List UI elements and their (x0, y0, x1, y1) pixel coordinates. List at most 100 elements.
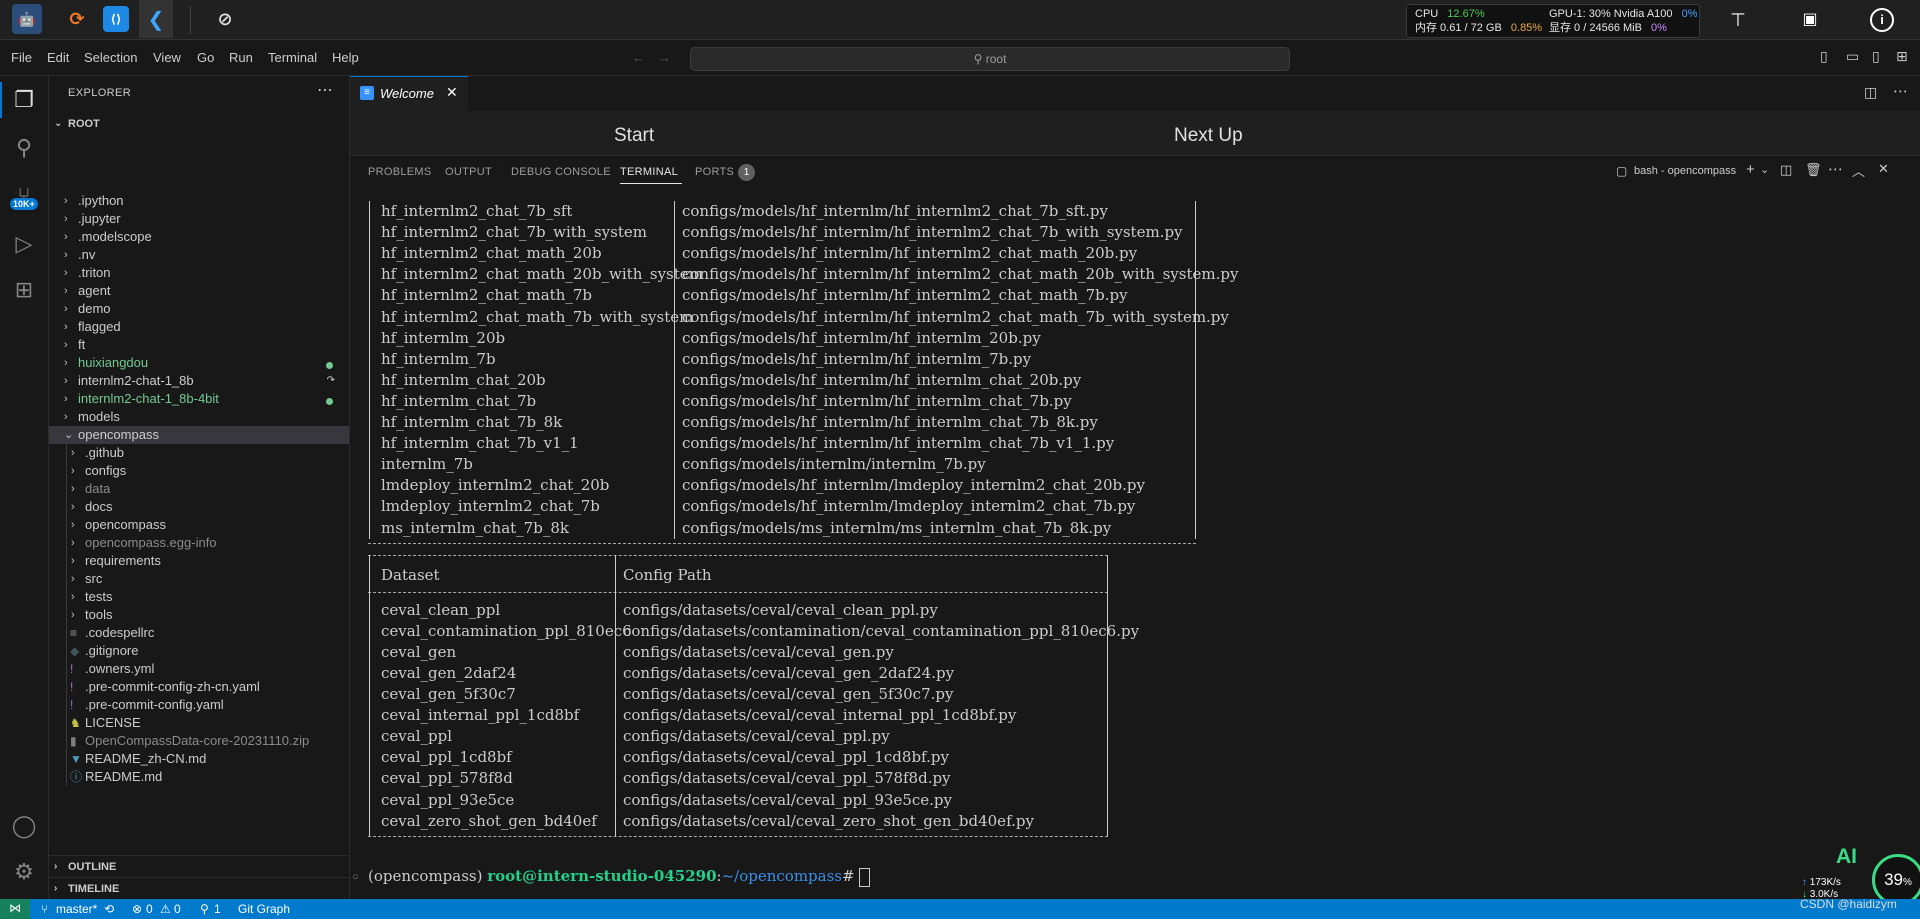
new-terminal-icon[interactable]: + (1746, 161, 1755, 178)
tree-file-item[interactable]: ! .owners.yml (49, 660, 349, 678)
table-border (369, 201, 370, 539)
terminal-prompt[interactable]: (opencompass) root@intern-studio-045290:… (368, 865, 871, 887)
tab-ports[interactable]: PORTS (695, 166, 734, 178)
remote-indicator[interactable]: ⋈ (0, 899, 30, 919)
terminal-name[interactable]: bash - opencompass (1634, 165, 1736, 177)
command-center-search[interactable]: ⚲ root (690, 47, 1290, 71)
menu-view[interactable]: View (153, 50, 181, 65)
model-name-cell: lmdeploy_internlm2_chat_20b (381, 476, 610, 495)
tab-debug-console[interactable]: DEBUG CONSOLE (511, 166, 611, 178)
tree-file-item[interactable]: ! .pre-commit-config-zh-cn.yaml (49, 678, 349, 696)
terminal-output[interactable]: hf_internlm2_chat_7b_sft configs/models/h… (368, 201, 1908, 885)
tree-folder-item[interactable]: › .modelscope (49, 228, 349, 246)
dataset-config-path-cell: configs/datasets/ceval/ceval_ppl_1cd8bf.… (623, 748, 949, 767)
tree-folder-item[interactable]: › src (49, 570, 349, 588)
split-terminal-icon[interactable]: ◫ (1780, 162, 1792, 178)
tree-folder-item[interactable]: › docs (49, 498, 349, 516)
tree-folder-item[interactable]: › .github (49, 444, 349, 462)
model-name-cell: hf_internlm2_chat_math_7b (381, 286, 593, 305)
chevron-down-icon[interactable]: ⌄ (1760, 163, 1769, 176)
maximize-panel-icon[interactable]: ︿ (1852, 161, 1865, 180)
tree-folder-item[interactable]: › data (49, 480, 349, 498)
tree-file-item[interactable]: ≡ .codespellrc (49, 624, 349, 642)
error-count[interactable]: 0 (146, 902, 153, 916)
toggle-panel-icon[interactable]: ▭ (1846, 48, 1859, 65)
accounts-icon[interactable]: ◯ (8, 810, 40, 842)
warning-count[interactable]: 0 (174, 902, 181, 916)
tree-folder-item[interactable]: ⌄ opencompass (49, 426, 349, 444)
tree-folder-item[interactable]: › agent (49, 282, 349, 300)
tree-file-item[interactable]: ▼ README_zh-CN.md (49, 750, 349, 768)
git-graph-button[interactable]: Git Graph (238, 902, 290, 916)
tree-folder-item[interactable]: › tools (49, 606, 349, 624)
app-avatar-icon[interactable]: 🤖 (12, 4, 42, 34)
tree-folder-item[interactable]: › tests (49, 588, 349, 606)
tree-folder-item[interactable]: › internlm2-chat-1_8b ↷ (49, 372, 349, 390)
menu-selection[interactable]: Selection (84, 50, 137, 65)
image-gallery-icon[interactable]: ▣ (1798, 8, 1822, 32)
tab-welcome[interactable]: ≡ Welcome ✕ (350, 76, 468, 112)
tree-file-item[interactable]: ⓘ README.md (49, 768, 349, 786)
tree-folder-item[interactable]: › .triton (49, 264, 349, 282)
branch-name[interactable]: master* (56, 902, 97, 916)
more-actions-icon[interactable]: ⋯ (1893, 82, 1908, 100)
system-taskbar: 🤖 ⟳ ⟨⟩ ❮ ⊘ CPU 12.67% 内存 0.61 / 72 GB 0.… (0, 0, 1920, 40)
tree-folder-item[interactable]: › models (49, 408, 349, 426)
manage-gear-icon[interactable]: ⚙ (8, 856, 40, 888)
model-config-path-cell: configs/models/hf_internlm/hf_internlm2_… (682, 286, 1128, 305)
search-icon[interactable]: ⚲ (8, 132, 40, 164)
back-arrow-icon[interactable]: ← (632, 50, 645, 65)
more-actions-icon[interactable]: ⋯ (1828, 160, 1843, 178)
menu-edit[interactable]: Edit (47, 50, 69, 65)
tree-folder-item[interactable]: › opencompass (49, 516, 349, 534)
tree-folder-item[interactable]: › .ipython (49, 192, 349, 210)
tree-folder-item[interactable]: › flagged (49, 318, 349, 336)
active-indicator (0, 82, 2, 118)
tab-terminal[interactable]: TERMINAL (620, 166, 678, 178)
tree-folder-item[interactable]: › internlm2-chat-1_8b-4bit (49, 390, 349, 408)
tree-folder-item[interactable]: › demo (49, 300, 349, 318)
menu-go[interactable]: Go (197, 50, 214, 65)
model-config-path-cell: configs/models/hf_internlm/hf_internlm2_… (682, 307, 1229, 326)
menu-run[interactable]: Run (229, 50, 253, 65)
tree-folder-item[interactable]: › huixiangdou (49, 354, 349, 372)
tree-file-item[interactable]: ▮ OpenCompassData-core-20231110.zip (49, 732, 349, 750)
tree-folder-item[interactable]: › ft (49, 336, 349, 354)
compass-icon[interactable]: ⊘ (210, 4, 240, 34)
timeline-section[interactable]: › TIMELINE (49, 877, 349, 900)
kill-terminal-icon[interactable]: 🗑 (1805, 162, 1822, 178)
tree-folder-item[interactable]: › opencompass.egg-info (49, 534, 349, 552)
tree-file-item[interactable]: ! .pre-commit-config.yaml (49, 696, 349, 714)
tree-folder-item[interactable]: › .jupyter (49, 210, 349, 228)
tab-problems[interactable]: PROBLEMS (368, 166, 432, 178)
tab-output[interactable]: OUTPUT (445, 166, 492, 178)
tree-folder-item[interactable]: › .nv (49, 246, 349, 264)
tree-file-item[interactable]: ♞ LICENSE (49, 714, 349, 732)
jupyter-icon[interactable]: ⟳ (62, 4, 92, 34)
run-and-debug-icon[interactable]: ▷ (8, 228, 40, 260)
info-icon[interactable]: i (1870, 8, 1894, 32)
close-icon[interactable]: ✕ (446, 84, 458, 101)
forward-arrow-icon[interactable]: → (658, 50, 671, 65)
cpu-label: CPU (1415, 8, 1439, 20)
close-panel-icon[interactable]: ✕ (1878, 161, 1889, 177)
menu-file[interactable]: File (11, 50, 32, 65)
menu-help[interactable]: Help (332, 50, 359, 65)
split-editor-icon[interactable]: ◫ (1864, 84, 1877, 101)
code-editor-app-icon[interactable]: ⟨⟩ (103, 6, 129, 32)
table-border (369, 554, 370, 836)
customize-layout-icon[interactable]: ⊞ (1896, 48, 1908, 65)
explorer-icon[interactable]: ❐ (8, 84, 40, 116)
menu-terminal[interactable]: Terminal (268, 50, 317, 65)
toggle-secondary-sidebar-icon[interactable]: ▯ (1872, 48, 1880, 65)
tensorflow-icon[interactable]: ⊤ (1726, 8, 1750, 32)
vscode-icon[interactable]: ❮ (139, 0, 173, 38)
sync-icon[interactable]: ⟲ (104, 902, 114, 916)
extensions-icon[interactable]: ⊞ (8, 274, 40, 306)
tree-folder-item[interactable]: › configs (49, 462, 349, 480)
tree-folder-item[interactable]: › requirements (49, 552, 349, 570)
outline-section[interactable]: › OUTLINE (49, 855, 349, 878)
toggle-primary-sidebar-icon[interactable]: ▯ (1820, 48, 1828, 65)
ports-count[interactable]: 1 (214, 902, 221, 916)
tree-file-item[interactable]: ◆ .gitignore (49, 642, 349, 660)
